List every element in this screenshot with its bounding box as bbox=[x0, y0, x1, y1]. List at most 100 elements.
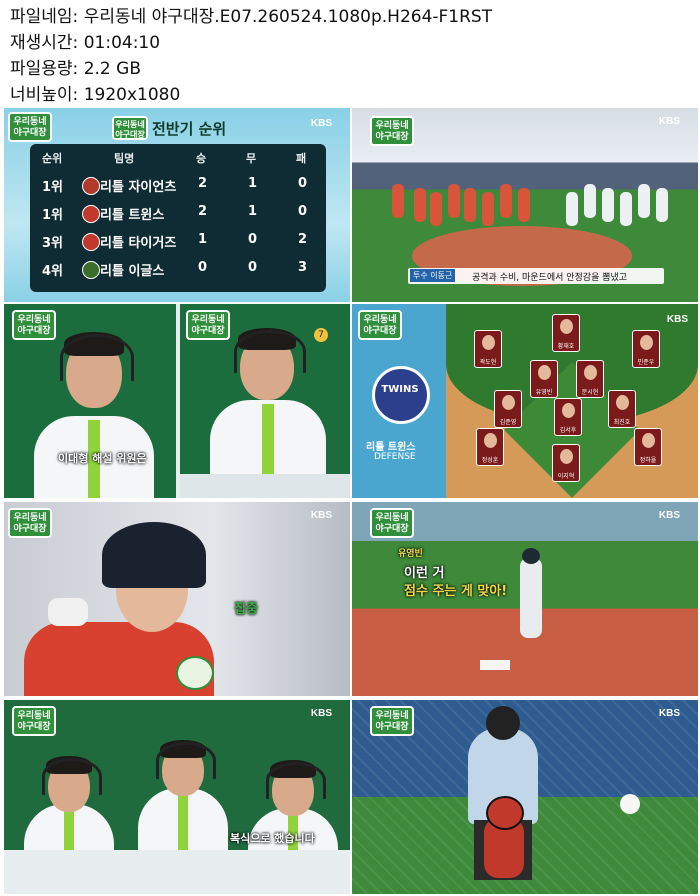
col-draw: 무 bbox=[246, 152, 257, 165]
player-card: 김서후 bbox=[554, 398, 582, 436]
player bbox=[414, 188, 426, 222]
standings-row: 1위 리틀 트윈스 2 1 0 bbox=[36, 202, 320, 224]
filesize-value: 2.2 GB bbox=[83, 59, 141, 79]
show-logo: 우리동네 야구대장 bbox=[358, 310, 402, 340]
player-card: 문시현 bbox=[576, 360, 604, 398]
player-name: 민준우 bbox=[637, 359, 655, 366]
person-tie bbox=[262, 404, 274, 484]
standings-row: 4위 리틀 이글스 0 0 3 bbox=[36, 258, 320, 280]
caption-line-1: 이런 거 bbox=[404, 566, 445, 581]
cell-team: 리틀 자이언츠 bbox=[100, 180, 177, 195]
player-name: 이지혁 bbox=[557, 473, 575, 480]
fielder-head bbox=[522, 548, 540, 564]
resolution-value: 1920x1080 bbox=[83, 85, 181, 105]
show-logo: 우리동네 야구대장 bbox=[8, 508, 52, 538]
headset-icon bbox=[266, 762, 326, 799]
duration-line: 재생시간: 01:04:10 bbox=[10, 32, 160, 54]
defense-label: DEFENSE bbox=[374, 452, 416, 462]
player bbox=[620, 192, 632, 226]
show-logo: 우리동네 야구대장 bbox=[8, 112, 52, 142]
cell-d: 1 bbox=[248, 204, 258, 219]
player-face bbox=[538, 365, 551, 380]
thumbnail-2: 우리동네 야구대장 KBS 투수 이동근 공격과 수비, 마운드에서 안정감을 뽐… bbox=[352, 108, 698, 302]
show-logo-small: 우리동네 야구대장 bbox=[112, 116, 148, 140]
desk bbox=[180, 474, 350, 498]
player bbox=[638, 184, 650, 218]
headset-icon bbox=[234, 330, 306, 373]
cell-d: 1 bbox=[248, 176, 258, 191]
thumbnail-6: 우리동네 야구대장 KBS 유영빈 이런 거 점수 주는 게 맞아! bbox=[352, 502, 698, 696]
filename-label: 파일네임: bbox=[10, 7, 79, 27]
kbs-logo: KBS bbox=[666, 314, 688, 325]
player-name: 황재호 bbox=[557, 343, 575, 350]
thumbnail-7: 우리동네 야구대장 KBS 복식으로 했습니다 bbox=[4, 700, 350, 894]
player-name: 김준영 bbox=[499, 419, 517, 426]
show-logo: 우리동네 야구대장 bbox=[370, 706, 414, 736]
col-rank: 순위 bbox=[42, 152, 63, 165]
player-face bbox=[642, 433, 655, 448]
helmet-icon bbox=[102, 522, 206, 588]
player-name: 최진호 bbox=[613, 419, 631, 426]
player-face bbox=[560, 319, 573, 334]
player bbox=[566, 192, 578, 226]
team-emblem-icon bbox=[82, 177, 100, 195]
team-label: 리틀 트윈스 bbox=[366, 442, 416, 453]
cell-l: 0 bbox=[298, 176, 308, 191]
player-name: 김서후 bbox=[559, 427, 577, 434]
resolution-line: 너비높이: 1920x1080 bbox=[10, 84, 180, 106]
player bbox=[518, 188, 530, 222]
caption-line-2: 점수 주는 게 맞아! bbox=[404, 584, 508, 599]
thumbnail-5: 우리동네 야구대장 KBS 집중 bbox=[4, 502, 350, 696]
filename-line: 파일네임: 우리동네 야구대장.E07.260524.1080p.H264-F1… bbox=[10, 6, 492, 28]
name-tag: 투수 이동근 bbox=[410, 269, 456, 282]
cell-team: 리틀 트윈스 bbox=[100, 208, 165, 223]
caption-text: 집중 bbox=[234, 602, 258, 617]
panel-divider bbox=[176, 304, 180, 498]
cell-w: 2 bbox=[198, 176, 208, 191]
cell-l: 3 bbox=[298, 260, 308, 275]
player-card: 민준우 bbox=[632, 330, 660, 368]
baseball-icon bbox=[620, 794, 640, 814]
kbs-logo: KBS bbox=[310, 118, 332, 129]
cell-team: 리틀 타이거즈 bbox=[100, 236, 177, 251]
caption-text: 공격과 수비, 마운드에서 안정감을 뽐냈고 bbox=[472, 273, 628, 283]
player-card: 정성훈 bbox=[476, 428, 504, 466]
standings-row: 3위 리틀 타이거즈 1 0 2 bbox=[36, 230, 320, 252]
player-face bbox=[484, 433, 497, 448]
player-name: 정성훈 bbox=[481, 457, 499, 464]
player-face bbox=[502, 395, 515, 410]
standings-title: 전반기 순위 bbox=[152, 120, 227, 138]
thumbnail-8: 우리동네 야구대장 KBS bbox=[352, 700, 698, 894]
team-badge-text: TWINS bbox=[381, 384, 419, 395]
cell-d: 0 bbox=[248, 232, 258, 247]
kbs-logo: KBS bbox=[310, 510, 332, 521]
player-name: 곽도현 bbox=[479, 359, 497, 366]
team-patch bbox=[176, 656, 214, 690]
team-emblem-icon bbox=[82, 261, 100, 279]
headset-icon bbox=[156, 742, 216, 779]
cell-rank: 3위 bbox=[42, 236, 64, 251]
umpire-head bbox=[486, 706, 520, 740]
headset-icon bbox=[60, 334, 134, 381]
standings-table: 순위 팀명 승 무 패 1위 리틀 자이언츠 2 1 0 1위 리틀 트윈스 2 1 0 3위 리틀 … bbox=[30, 144, 326, 292]
player-name: 유영빈 bbox=[535, 389, 553, 396]
glove-icon bbox=[48, 598, 88, 626]
show-logo: 우리동네 야구대장 bbox=[12, 310, 56, 340]
kbs-logo: KBS bbox=[310, 708, 332, 719]
team-emblem-icon bbox=[82, 233, 100, 251]
player-face bbox=[562, 403, 575, 418]
filename-value: 우리동네 야구대장.E07.260524.1080p.H264-F1RST bbox=[83, 7, 493, 27]
cell-w: 0 bbox=[198, 260, 208, 275]
player bbox=[464, 188, 476, 222]
headset-icon bbox=[42, 758, 102, 795]
player-card: 정하율 bbox=[634, 428, 662, 466]
player-name: 정하율 bbox=[639, 457, 657, 464]
player-card: 곽도현 bbox=[474, 330, 502, 368]
show-logo: 우리동네 야구대장 bbox=[186, 310, 230, 340]
number-badge: 7 bbox=[314, 328, 328, 342]
player-face bbox=[482, 335, 495, 350]
player bbox=[392, 184, 404, 218]
player-card: 김준영 bbox=[494, 390, 522, 428]
col-loss: 패 bbox=[296, 152, 307, 165]
col-team: 팀명 bbox=[114, 152, 135, 165]
